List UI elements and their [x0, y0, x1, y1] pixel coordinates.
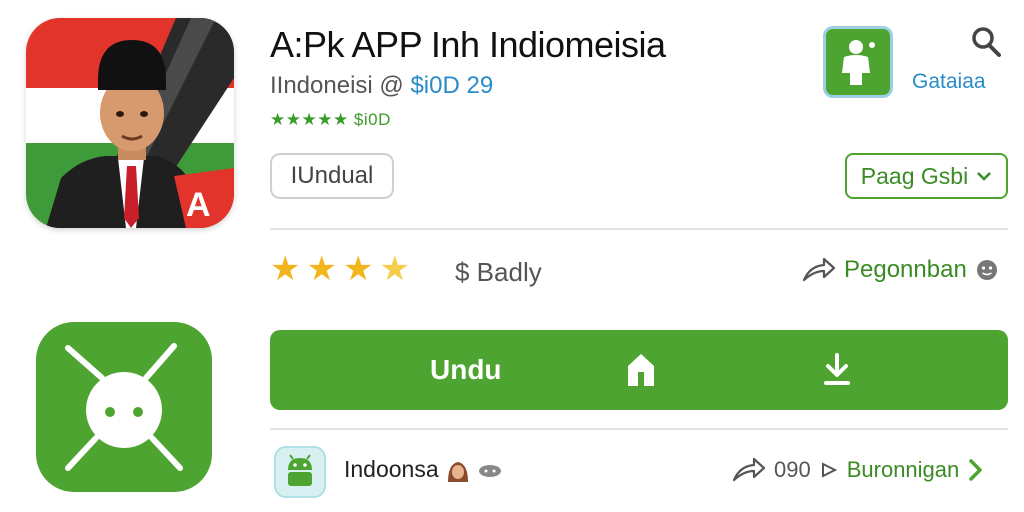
language-select-label: Paag Gsbi: [860, 162, 969, 189]
developer-row[interactable]: Indoonsa 090 Buronnigan: [270, 440, 1008, 500]
person-emoji-icon: [448, 461, 469, 482]
app-price: $i0D 29: [410, 72, 494, 99]
upload-house-icon: [628, 354, 654, 386]
download-icon: [824, 353, 850, 385]
category-tag-button[interactable]: IUndual: [270, 153, 394, 199]
badge-label[interactable]: Gataiaa: [912, 70, 986, 94]
developer-avatar: [274, 446, 326, 498]
developer-label: IIndoneisi @: [270, 72, 411, 99]
emoji-icon: [976, 260, 997, 280]
rating-stars: ★ ★ ★ ★: [270, 252, 410, 286]
app-subtitle: IIndoneisi @ $i0D 29: [270, 72, 493, 100]
secondary-app-badge[interactable]: [823, 26, 893, 98]
android-robot-icon: [288, 454, 312, 486]
play-arrow-icon: [821, 462, 837, 478]
language-select[interactable]: Paag Gsbi: [845, 153, 1008, 199]
chevron-right-icon[interactable]: [967, 458, 983, 482]
divider-bottom: [270, 428, 1008, 430]
svg-text:A: A: [186, 186, 211, 224]
search-button[interactable]: [966, 22, 1006, 62]
share-label: Pegonnban: [844, 256, 967, 283]
star-icon: ★: [342, 250, 374, 288]
app-icon: A: [26, 18, 234, 228]
developer-count: 090: [774, 457, 811, 482]
android-head-icon: [65, 343, 183, 471]
developer-link[interactable]: Buronnigan: [847, 457, 960, 483]
developer-stats[interactable]: 090 Buronnigan: [732, 456, 983, 484]
star-icon: ★: [306, 250, 337, 288]
android-figure-icon: [842, 40, 875, 85]
developer-name: Indoonsa: [344, 456, 439, 482]
search-icon: [972, 27, 1001, 57]
chevron-down-icon: [977, 172, 992, 181]
install-label: Undu: [430, 354, 502, 385]
chat-bubble-icon: [479, 464, 502, 477]
developer-name-group: Indoonsa: [344, 456, 503, 484]
share-arrow-icon: [802, 257, 836, 282]
app-title: A:Pk APP Inh Indiomeisia: [270, 24, 666, 65]
mini-rating: ★★★★★ $i0D: [270, 110, 391, 129]
divider-top: [270, 228, 1008, 230]
share-button[interactable]: Pegonnban: [802, 256, 999, 284]
rating-price-text: $ Badly: [455, 257, 542, 287]
install-button[interactable]: Undu: [270, 330, 1008, 410]
share-arrow-icon: [732, 457, 766, 482]
app-icon-artwork: A: [26, 18, 234, 228]
star-half-icon: ★: [379, 250, 410, 288]
star-icon: ★: [270, 250, 301, 288]
android-app-icon: [36, 322, 212, 492]
